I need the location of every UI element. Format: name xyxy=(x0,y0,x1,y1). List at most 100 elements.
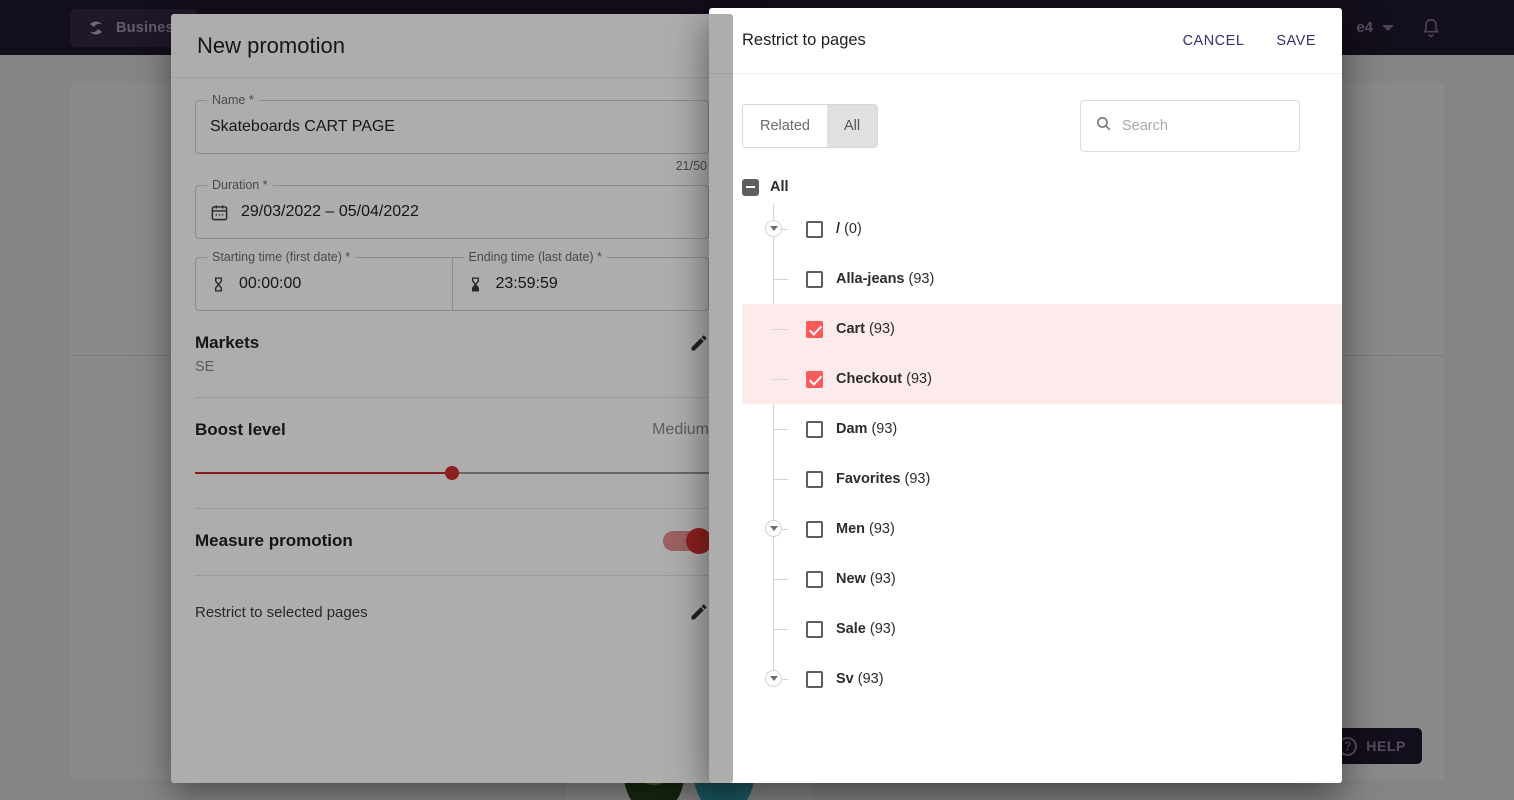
tree-node-checkbox[interactable] xyxy=(806,420,823,438)
duration-field-legend: Duration * xyxy=(207,178,273,192)
tree-node-count: (93) xyxy=(869,571,896,587)
boost-level-section: Boost level Medium xyxy=(195,398,709,440)
tree-node-name: Cart xyxy=(836,321,866,337)
tree-node[interactable]: Sale (93) xyxy=(742,604,1342,654)
search-input[interactable] xyxy=(1122,118,1285,134)
tree-elbow xyxy=(773,329,788,330)
tree-node-label: Sale (93) xyxy=(836,621,896,637)
tree-node-count: (93) xyxy=(869,321,895,337)
tree-node-label: Sv (93) xyxy=(836,671,884,687)
tree-children: / (0) Alla-jeans (93) Cart (93) Checkout… xyxy=(742,204,1342,704)
chevron-down-icon[interactable] xyxy=(765,520,782,537)
tree-root-all[interactable]: All xyxy=(742,174,1342,200)
tree-node-count: (0) xyxy=(844,221,862,237)
tree-node-name: Alla-jeans xyxy=(836,271,905,287)
tree-node[interactable]: Men (93) xyxy=(742,504,1342,554)
tree-node-checkbox[interactable] xyxy=(806,520,823,538)
end-time-value: 23:59:59 xyxy=(495,275,558,292)
tree-node[interactable]: New (93) xyxy=(742,554,1342,604)
tree-node-checkbox[interactable] xyxy=(806,370,823,388)
search-icon xyxy=(1095,115,1112,137)
tab-related[interactable]: Related xyxy=(743,105,827,147)
boost-level-slider[interactable] xyxy=(195,462,709,484)
markets-edit-pencil-icon[interactable] xyxy=(689,333,709,353)
tree-elbow xyxy=(773,279,788,280)
end-time-field[interactable]: Ending time (last date) * 23:59:59 xyxy=(452,250,709,311)
tree-node-count: (93) xyxy=(869,521,895,537)
slider-thumb[interactable] xyxy=(445,466,459,480)
minus-box-icon[interactable] xyxy=(742,178,759,196)
chevron-down-icon[interactable] xyxy=(765,670,782,687)
tree-node-count: (93) xyxy=(906,371,932,387)
name-field[interactable]: Name * Skateboards CART PAGE xyxy=(195,93,709,154)
tree-node-name: Men xyxy=(836,521,865,537)
tree-node-checkbox[interactable] xyxy=(806,270,823,288)
hourglass-icon xyxy=(210,275,227,294)
markets-section: Markets SE xyxy=(195,311,709,375)
tree-node-label: Favorites (93) xyxy=(836,471,930,487)
chevron-down-icon[interactable] xyxy=(765,220,782,237)
tree-elbow xyxy=(773,479,788,480)
tree-node-label: Alla-jeans (93) xyxy=(836,271,934,287)
new-promotion-dialog: New promotion Name * Skateboards CART PA… xyxy=(171,14,733,783)
tree-node[interactable]: Dam (93) xyxy=(742,404,1342,454)
tree-node-checkbox[interactable] xyxy=(806,670,823,688)
start-time-value: 00:00:00 xyxy=(239,275,302,292)
hourglass-icon xyxy=(467,275,484,294)
tree-node-cart[interactable]: Cart (93) xyxy=(742,304,1342,354)
tree-node-checkbox[interactable] xyxy=(806,220,823,238)
start-time-field[interactable]: Starting time (first date) * 00:00:00 xyxy=(195,250,453,311)
name-field-value: Skateboards CART PAGE xyxy=(210,118,395,135)
tree-node-label: Cart (93) xyxy=(836,321,895,337)
tree-node[interactable]: / (0) xyxy=(742,204,1342,254)
tree-node-checkbox[interactable] xyxy=(806,570,823,588)
name-char-counter: 21/50 xyxy=(675,159,707,173)
restrict-to-pages-panel: Restrict to pages CANCEL SAVE Related Al… xyxy=(709,8,1342,783)
dialog-header: New promotion xyxy=(171,14,733,78)
tree-root-label: All xyxy=(770,179,789,195)
tree-elbow xyxy=(773,629,788,630)
tree-node-label: / (0) xyxy=(836,221,862,237)
tree-node-checkbox[interactable] xyxy=(806,470,823,488)
tree-node-label: New (93) xyxy=(836,571,896,587)
restrict-pages-label: Restrict to selected pages xyxy=(195,603,368,621)
tree-node-checkout[interactable]: Checkout (93) xyxy=(742,354,1342,404)
dialog-body: Name * Skateboards CART PAGE 21/50 Durat… xyxy=(171,78,733,311)
tree-node-label: Checkout (93) xyxy=(836,371,932,387)
cancel-button[interactable]: CANCEL xyxy=(1183,33,1245,49)
measure-promotion-section: Measure promotion xyxy=(195,509,712,554)
tree-node-count: (93) xyxy=(857,671,884,687)
calendar-icon xyxy=(210,203,229,222)
tree-node-label: Dam (93) xyxy=(836,421,897,437)
restrict-pages-section: Restrict to selected pages xyxy=(195,576,709,622)
tree-node-name: Dam xyxy=(836,421,868,437)
boost-level-title: Boost level xyxy=(195,420,286,439)
name-field-legend: Name * xyxy=(207,93,259,107)
tree-node[interactable]: Favorites (93) xyxy=(742,454,1342,504)
markets-title: Markets xyxy=(195,333,260,352)
pages-panel-title: Restrict to pages xyxy=(742,31,866,49)
tree-node-name: / xyxy=(836,221,841,237)
pages-panel-header: Restrict to pages CANCEL SAVE xyxy=(709,8,1342,74)
search-box[interactable] xyxy=(1080,100,1300,152)
pages-panel-toolbar: Related All xyxy=(709,74,1342,152)
tree-elbow xyxy=(773,379,788,380)
dialog-sections: Markets SE Boost level Medium Measure pr… xyxy=(171,311,733,622)
tree-node[interactable]: Alla-jeans (93) xyxy=(742,254,1342,304)
dialog-title: New promotion xyxy=(197,32,345,58)
save-button[interactable]: SAVE xyxy=(1276,33,1316,49)
pages-tree: All / (0) Alla-jeans (93) Cart (93) Chec… xyxy=(709,152,1342,704)
tree-node-label: Men (93) xyxy=(836,521,895,537)
measure-promotion-toggle[interactable] xyxy=(663,528,712,554)
tree-node-name: New xyxy=(836,571,866,587)
tree-node-count: (93) xyxy=(869,621,896,637)
duration-field[interactable]: Duration * 29/03/2022 – 05/04/2022 xyxy=(195,178,709,239)
tree-node-name: Favorites xyxy=(836,471,901,487)
slider-fill xyxy=(195,472,452,474)
tree-node-checkbox[interactable] xyxy=(806,320,823,338)
tree-node[interactable]: Sv (93) xyxy=(742,654,1342,704)
tree-elbow xyxy=(773,429,788,430)
restrict-edit-pencil-icon[interactable] xyxy=(689,602,709,622)
tab-all[interactable]: All xyxy=(826,105,878,147)
tree-node-checkbox[interactable] xyxy=(806,620,823,638)
